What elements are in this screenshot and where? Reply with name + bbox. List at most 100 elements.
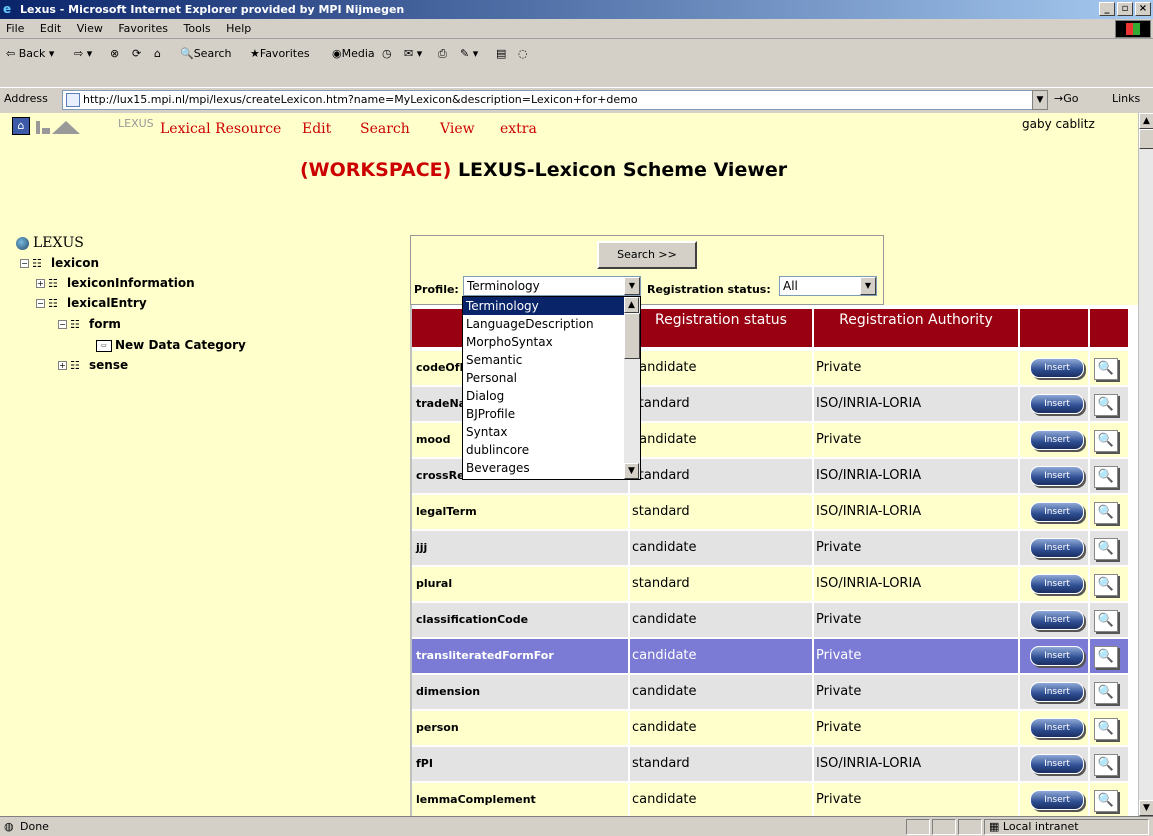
insert-button[interactable]: Insert <box>1030 394 1084 414</box>
table-row[interactable]: classificationCode candidate Private Insert… <box>412 603 1128 637</box>
insert-button[interactable]: Insert <box>1030 718 1084 738</box>
insert-button[interactable]: Insert <box>1030 502 1084 522</box>
profile-dropdown-list[interactable]: Terminology LanguageDescription MorphoSynt… <box>462 296 641 480</box>
tree-node-lexicon[interactable]: − ☷ lexicon <box>20 256 99 270</box>
menu-edit-app[interactable]: Edit <box>302 121 331 137</box>
table-row[interactable]: dimension candidate Private Insert 🔍 <box>412 675 1128 709</box>
expand-icon[interactable]: + <box>58 361 67 370</box>
scroll-thumb[interactable] <box>1139 129 1153 149</box>
magnifier-icon[interactable]: 🔍 <box>1094 610 1118 632</box>
magnifier-icon[interactable]: 🔍 <box>1094 538 1118 560</box>
table-row[interactable]: fPI standard ISO/INRIA-LORIA Insert 🔍 <box>412 747 1128 781</box>
table-row[interactable]: person candidate Private Insert 🔍 <box>412 711 1128 745</box>
expand-icon[interactable]: + <box>36 279 45 288</box>
insert-button[interactable]: Insert <box>1030 574 1084 594</box>
tree-node-sense[interactable]: + ☷ sense <box>58 358 128 372</box>
profile-option[interactable]: dublincore <box>463 441 625 459</box>
profile-option[interactable]: LanguageDescription <box>463 315 625 333</box>
menu-help[interactable]: Help <box>220 19 257 38</box>
home-icon[interactable]: ⌂ <box>152 44 163 64</box>
insert-button[interactable]: Insert <box>1030 610 1084 630</box>
magnifier-icon[interactable]: 🔍 <box>1094 430 1118 452</box>
menu-view[interactable]: View <box>71 19 109 38</box>
maximize-button[interactable]: ▫ <box>1117 2 1133 16</box>
menu-edit[interactable]: Edit <box>34 19 67 38</box>
profile-option[interactable]: Beverages <box>463 459 625 477</box>
dropdown-arrow-icon[interactable]: ▼ <box>860 277 876 295</box>
insert-button[interactable]: Insert <box>1030 538 1084 558</box>
profile-option[interactable]: MetaData <box>463 477 625 479</box>
links-button[interactable]: Links <box>1112 92 1140 105</box>
profile-option[interactable]: Dialog <box>463 387 625 405</box>
dropdown-scrollbar[interactable]: ▲ ▼ <box>624 297 640 479</box>
magnifier-icon[interactable]: 🔍 <box>1094 682 1118 704</box>
magnifier-icon[interactable]: 🔍 <box>1094 574 1118 596</box>
menu-file[interactable]: File <box>0 19 30 38</box>
edit-icon[interactable]: ✎ ▾ <box>458 44 480 64</box>
magnifier-icon[interactable]: 🔍 <box>1094 358 1118 380</box>
table-row[interactable]: lemmaComplement candidate Private Insert 🔍 <box>412 783 1128 816</box>
registration-status-select[interactable]: All ▼ <box>779 276 877 296</box>
table-row[interactable]: legalTerm standard ISO/INRIA-LORIA Insert 🔍 <box>412 495 1128 529</box>
search-submit-button[interactable]: Search >> <box>597 241 697 269</box>
profile-option[interactable]: Syntax <box>463 423 625 441</box>
media-button[interactable]: ◉Media <box>330 44 377 64</box>
favorites-button[interactable]: ★Favorites <box>248 44 312 64</box>
magnifier-icon[interactable]: 🔍 <box>1094 502 1118 524</box>
collapse-icon[interactable]: − <box>36 299 45 308</box>
address-dropdown-button[interactable]: ▼ <box>1032 90 1048 110</box>
magnifier-icon[interactable]: 🔍 <box>1094 790 1118 812</box>
profile-option[interactable]: Terminology <box>463 297 625 315</box>
dropdown-arrow-icon[interactable]: ▼ <box>624 277 640 295</box>
magnifier-icon[interactable]: 🔍 <box>1094 394 1118 416</box>
address-input[interactable]: http://lux15.mpi.nl/mpi/lexus/createLexi… <box>62 90 1034 110</box>
discuss-icon[interactable]: ▤ <box>494 44 508 64</box>
table-row[interactable]: transliteratedFormFor candidate Private Ins… <box>412 639 1128 673</box>
table-row[interactable]: jjj candidate Private Insert 🔍 <box>412 531 1128 565</box>
menu-tools[interactable]: Tools <box>178 19 217 38</box>
back-button[interactable]: ⇦ Back ▾ <box>4 44 56 64</box>
profile-option[interactable]: Personal <box>463 369 625 387</box>
profile-option[interactable]: Semantic <box>463 351 625 369</box>
menu-extra-app[interactable]: extra <box>500 121 537 137</box>
magnifier-icon[interactable]: 🔍 <box>1094 718 1118 740</box>
print-icon[interactable]: ⎙ <box>436 44 449 64</box>
scroll-up-icon[interactable]: ▲ <box>1139 113 1153 129</box>
history-icon[interactable]: ◷ <box>380 44 394 64</box>
page-scrollbar[interactable]: ▲ ▼ <box>1138 113 1153 816</box>
insert-button[interactable]: Insert <box>1030 682 1084 702</box>
mail-icon[interactable]: ✉ ▾ <box>402 44 424 64</box>
dropdown-scroll-thumb[interactable] <box>624 313 640 359</box>
scroll-down-icon[interactable]: ▼ <box>624 463 639 479</box>
scroll-down-icon[interactable]: ▼ <box>1139 800 1153 816</box>
insert-button[interactable]: Insert <box>1030 790 1084 810</box>
tree-node-new-data-category[interactable]: ▭ New Data Category <box>96 338 246 352</box>
go-button[interactable]: →Go <box>1054 92 1078 105</box>
table-row[interactable]: plural standard ISO/INRIA-LORIA Insert 🔍 <box>412 567 1128 601</box>
insert-button[interactable]: Insert <box>1030 754 1084 774</box>
magnifier-icon[interactable]: 🔍 <box>1094 754 1118 776</box>
tree-node-lexiconinformation[interactable]: + ☷ lexiconInformation <box>36 276 195 290</box>
profile-option[interactable]: MorphoSyntax <box>463 333 625 351</box>
profile-option[interactable]: BJProfile <box>463 405 625 423</box>
messenger-icon[interactable]: ◌ <box>516 44 530 64</box>
magnifier-icon[interactable]: 🔍 <box>1094 646 1118 668</box>
menu-search-app[interactable]: Search <box>360 121 410 137</box>
menu-lexical-resource[interactable]: Lexical Resource <box>160 121 281 137</box>
magnifier-icon[interactable]: 🔍 <box>1094 466 1118 488</box>
search-button[interactable]: 🔍Search <box>178 44 234 64</box>
close-button[interactable]: × <box>1135 2 1151 16</box>
insert-button[interactable]: Insert <box>1030 646 1084 666</box>
refresh-icon[interactable]: ⟳ <box>130 44 143 64</box>
menu-view-app[interactable]: View <box>440 121 475 137</box>
tree-root[interactable]: LEXUS <box>16 235 84 251</box>
menu-favorites[interactable]: Favorites <box>112 19 174 38</box>
home-page-icon[interactable]: ⌂ <box>12 117 30 135</box>
insert-button[interactable]: Insert <box>1030 430 1084 450</box>
insert-button[interactable]: Insert <box>1030 358 1084 378</box>
minimize-button[interactable]: _ <box>1099 2 1115 16</box>
tree-node-lexicalentry[interactable]: − ☷ lexicalEntry <box>36 296 147 310</box>
insert-button[interactable]: Insert <box>1030 466 1084 486</box>
profile-select[interactable]: Terminology ▼ <box>463 276 641 296</box>
collapse-icon[interactable]: − <box>20 259 29 268</box>
